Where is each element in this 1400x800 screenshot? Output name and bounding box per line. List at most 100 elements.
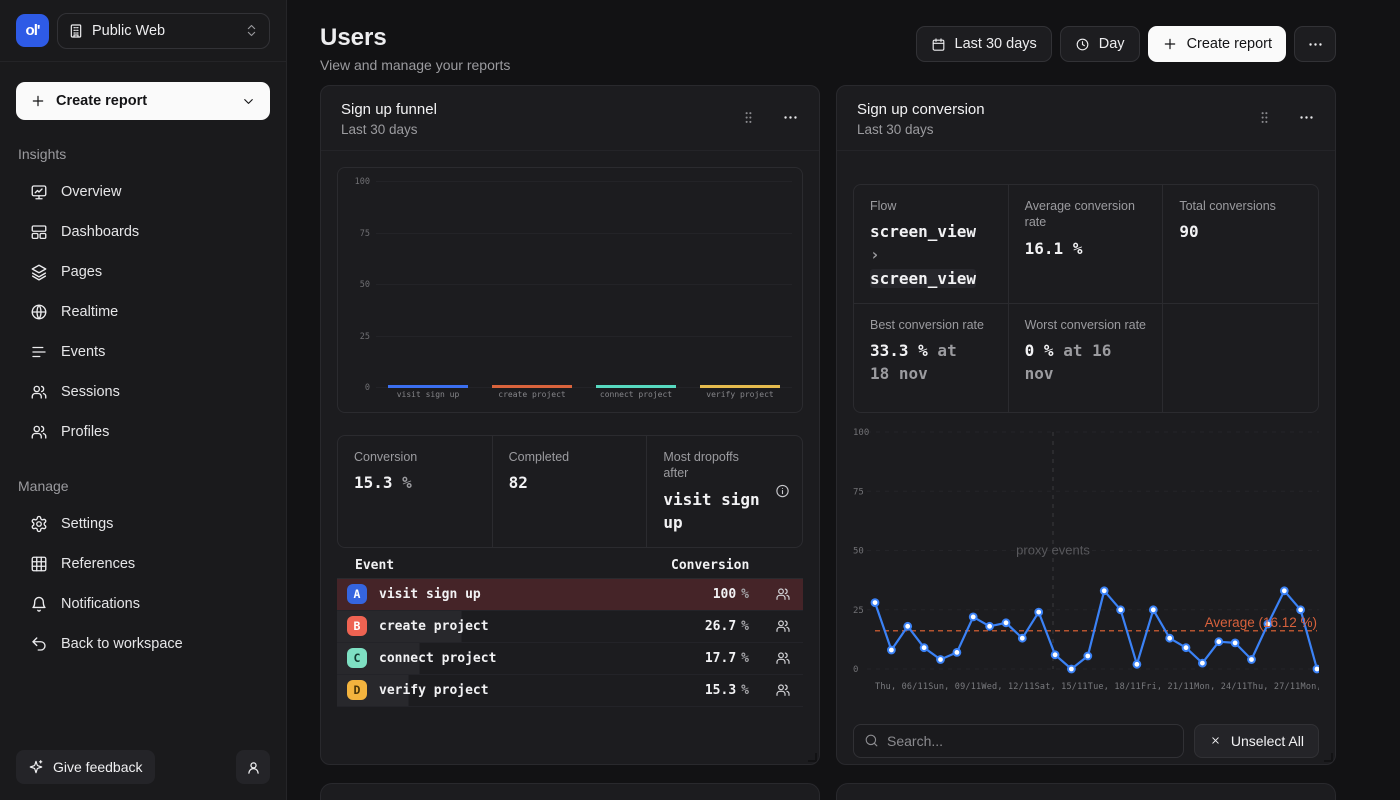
settings-icon <box>30 515 48 533</box>
event-conversion-value: 26.7% <box>671 619 763 634</box>
sidebar-item-label: Dashboards <box>61 224 139 240</box>
sidebar-item-label: Sessions <box>61 384 120 400</box>
stat-label: Conversion <box>354 449 476 465</box>
date-range-button[interactable]: Last 30 days <box>916 26 1052 62</box>
create-report-header-button[interactable]: Create report <box>1148 26 1286 62</box>
svg-text:Average (16.12 %): Average (16.12 %) <box>1205 615 1317 630</box>
users-icon[interactable] <box>763 586 803 602</box>
funnel-bar-chart[interactable]: 0255075100visit sign upcreate projectcon… <box>337 167 803 413</box>
stat-cell: Worst conversion rate0 % at 16nov <box>1009 304 1164 412</box>
sidebar-item-label: Realtime <box>61 304 118 320</box>
users-icon[interactable] <box>763 682 803 698</box>
drag-handle-icon[interactable] <box>741 110 756 125</box>
users-icon[interactable] <box>763 618 803 634</box>
sidebar-item-sessions[interactable]: Sessions <box>16 372 270 412</box>
svg-text:75: 75 <box>853 487 864 497</box>
conversion-stats-grid: Flowscreen_view› screen_viewAverage conv… <box>853 184 1319 413</box>
report-card-stub <box>320 783 820 800</box>
svg-text:0: 0 <box>853 665 858 675</box>
sidebar-item-overview[interactable]: Overview <box>16 172 270 212</box>
event-row-connect-project[interactable]: Cconnect project17.7% <box>337 643 803 675</box>
event-conversion-value: 17.7% <box>671 651 763 666</box>
stat-value: 15.3 % <box>354 471 476 494</box>
funnel-card-title: Sign up funnel <box>341 101 437 118</box>
funnel-bar[interactable] <box>596 385 676 388</box>
plus-icon <box>30 93 46 109</box>
stat-cell: Completed82 <box>493 436 648 547</box>
drag-handle-icon[interactable] <box>1257 110 1272 125</box>
card-menu-icon[interactable] <box>782 109 799 126</box>
x-axis-label: Mon, 01/12 <box>1301 682 1320 696</box>
event-search[interactable] <box>853 724 1184 758</box>
profiles-icon <box>30 423 48 441</box>
event-row-visit-sign-up[interactable]: Avisit sign up100% <box>337 579 803 611</box>
stat-cell: Average conversion rate16.1 % <box>1009 185 1164 304</box>
table-header: EventConversion <box>337 553 803 579</box>
sidebar-item-profiles[interactable]: Profiles <box>16 412 270 452</box>
stat-cell <box>1163 304 1318 412</box>
overview-icon <box>30 183 48 201</box>
sidebar-item-label: References <box>61 556 135 572</box>
sidebar-item-dashboards[interactable]: Dashboards <box>16 212 270 252</box>
stat-value: visit sign up <box>663 488 764 534</box>
interval-button[interactable]: Day <box>1060 26 1140 62</box>
x-axis-label: Thu, 27/11 <box>1247 682 1300 696</box>
sidebar-item-realtime[interactable]: Realtime <box>16 292 270 332</box>
pages-icon <box>30 263 48 281</box>
calendar-icon <box>931 37 946 52</box>
user-avatar-button[interactable] <box>236 750 270 784</box>
stat-label: Average conversion rate <box>1025 198 1147 231</box>
sidebar-item-back-to-workspace[interactable]: Back to workspace <box>16 624 270 664</box>
sidebar-item-label: Events <box>61 344 105 360</box>
y-axis-tick: 25 <box>344 332 370 342</box>
x-axis-label: Sat, 15/11 <box>1035 682 1088 696</box>
sidebar: ol' Public Web Create report InsightsOve… <box>0 0 287 800</box>
event-label: create project <box>379 619 489 634</box>
x-axis-label: Tue, 18/11 <box>1088 682 1141 696</box>
stat-cell: Conversion 15.3 % <box>338 436 493 547</box>
sidebar-item-label: Profiles <box>61 424 109 440</box>
x-axis-label: Fri, 21/11 <box>1141 682 1194 696</box>
events-icon <box>30 343 48 361</box>
stat-label: Flow <box>870 198 992 214</box>
sidebar-item-notifications[interactable]: Notifications <box>16 584 270 624</box>
conversion-line-chart[interactable]: 0255075100proxy eventsAverage (16.12 %)T… <box>853 426 1319 696</box>
app-logo-text: ol' <box>26 22 40 39</box>
stat-value: 0 % at 16nov <box>1025 339 1147 385</box>
header-more-button[interactable] <box>1294 26 1336 62</box>
stat-cell: Most dropoffs after visit sign up <box>647 436 802 547</box>
x-axis-label: connect project <box>584 390 688 406</box>
unselect-all-button[interactable]: Unselect All <box>1194 724 1319 758</box>
y-axis-tick: 50 <box>344 280 370 290</box>
ellipsis-icon <box>1307 36 1324 53</box>
x-axis-label: Sun, 09/11 <box>928 682 981 696</box>
event-row-create-project[interactable]: Bcreate project26.7% <box>337 611 803 643</box>
sidebar-item-references[interactable]: References <box>16 544 270 584</box>
funnel-bar[interactable] <box>492 385 572 388</box>
funnel-bar[interactable] <box>388 385 468 388</box>
workspace-header: ol' Public Web <box>0 0 286 62</box>
sidebar-item-pages[interactable]: Pages <box>16 252 270 292</box>
stat-label: Most dropoffs after <box>663 449 764 482</box>
card-menu-icon[interactable] <box>1298 109 1315 126</box>
x-axis-label: Mon, 24/11 <box>1194 682 1247 696</box>
sidebar-item-events[interactable]: Events <box>16 332 270 372</box>
users-icon[interactable] <box>763 650 803 666</box>
chevrons-up-down-icon <box>244 23 259 38</box>
sparkles-icon <box>28 759 44 775</box>
y-axis-tick: 75 <box>344 229 370 239</box>
workspace-name: Public Web <box>92 23 165 39</box>
sidebar-item-settings[interactable]: Settings <box>16 504 270 544</box>
give-feedback-button[interactable]: Give feedback <box>16 750 155 784</box>
x-axis-labels: Thu, 06/11Sun, 09/11Wed, 12/11Sat, 15/11… <box>853 682 1319 696</box>
stat-label: Total conversions <box>1179 198 1302 214</box>
funnel-bar[interactable] <box>700 385 780 388</box>
create-report-button[interactable]: Create report <box>16 82 270 120</box>
info-icon[interactable] <box>775 484 790 499</box>
app-logo[interactable]: ol' <box>16 14 49 47</box>
sidebar-item-label: Settings <box>61 516 113 532</box>
event-row-verify-project[interactable]: Dverify project15.3% <box>337 675 803 707</box>
x-axis-label: Thu, 06/11 <box>875 682 928 696</box>
search-input[interactable] <box>887 733 1173 749</box>
workspace-selector[interactable]: Public Web <box>57 13 270 49</box>
